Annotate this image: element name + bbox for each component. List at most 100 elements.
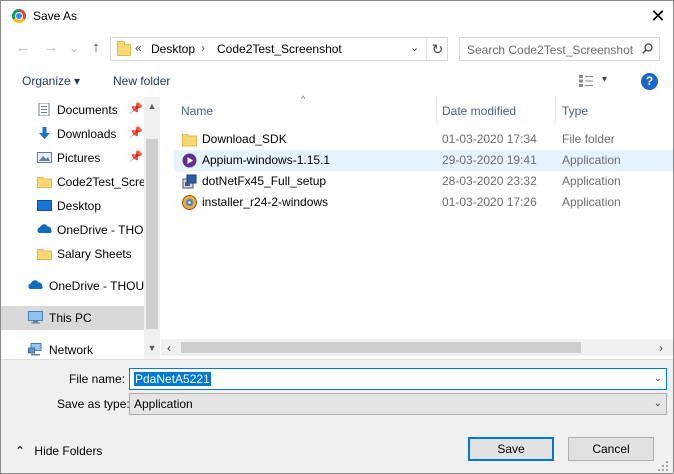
appium-icon <box>182 153 197 168</box>
file-row-appium[interactable]: Appium-windows-1.15.1 29-03-2020 19:41 A… <box>174 150 673 171</box>
file-type: Application <box>562 195 621 209</box>
file-name: Appium-windows-1.15.1 <box>202 153 331 167</box>
sidebar-item-label: Salary Sheets <box>57 247 132 261</box>
folder-icon <box>37 249 52 260</box>
sidebar-item-label: Downloads <box>57 127 117 141</box>
title-bar: Save As ✕ <box>1 1 673 32</box>
android-installer-icon <box>182 195 197 210</box>
file-date: 01-03-2020 17:34 <box>442 132 537 146</box>
column-divider[interactable] <box>436 97 437 124</box>
navigation-pane: Documents 📌 Downloads 📌 Pictures 📌 Code2… <box>1 97 160 359</box>
forward-arrow-icon[interactable]: → <box>41 38 61 58</box>
folder-icon <box>37 177 52 188</box>
scrollbar-thumb[interactable] <box>146 139 158 329</box>
folder-icon <box>117 41 131 56</box>
sidebar-item-salary-sheets[interactable]: Salary Sheets <box>1 242 144 266</box>
save-as-type-value: Application <box>134 397 193 411</box>
chevron-up-icon: ⌃ <box>15 444 26 458</box>
command-bar: Organize ▾ New folder ▾ ? <box>1 67 673 97</box>
close-icon[interactable]: ✕ <box>647 5 669 27</box>
column-divider[interactable] <box>555 97 556 124</box>
address-dropdown-icon[interactable]: ⌄ <box>410 41 419 54</box>
file-date: 28-03-2020 23:32 <box>442 174 537 188</box>
file-date: 29-03-2020 19:41 <box>442 153 537 167</box>
resize-grip-icon[interactable] <box>657 460 669 472</box>
file-name: dotNetFx45_Full_setup <box>202 174 327 188</box>
file-date: 01-03-2020 17:26 <box>442 195 537 209</box>
desktop-icon <box>37 200 52 211</box>
downloads-icon <box>39 127 50 139</box>
file-name-value[interactable]: PdaNetA5221 <box>134 372 211 386</box>
folder-icon <box>182 134 197 147</box>
sidebar-item-this-pc[interactable]: This PC <box>1 306 144 330</box>
sidebar-item-desktop[interactable]: Desktop <box>1 194 144 218</box>
sidebar-item-pictures[interactable]: Pictures 📌 <box>1 146 144 170</box>
breadcrumb-separator[interactable]: › <box>201 41 205 55</box>
hide-folders-label: Hide Folders <box>34 444 103 458</box>
save-button[interactable]: Save <box>468 437 554 461</box>
horizontal-scrollbar[interactable]: ‹ › <box>161 339 673 356</box>
sidebar-item-label: This PC <box>49 311 92 325</box>
breadcrumb-overflow[interactable]: « <box>135 41 142 55</box>
save-as-type-label: Save as type: <box>57 397 130 411</box>
save-options-panel: File name: PdaNetA5221 ⌄ Save as type: A… <box>1 359 673 473</box>
window-title: Save As <box>33 9 78 23</box>
breadcrumb-current-folder[interactable]: Code2Test_Screenshot <box>217 42 342 56</box>
sidebar-item-label: Pictures <box>57 151 101 165</box>
save-as-dialog: Save As ✕ ← → ⌄ ↑ « Desktop › Code2Test_… <box>0 0 674 474</box>
sidebar-item-network[interactable]: Network <box>1 338 144 359</box>
scroll-right-icon[interactable]: › <box>655 341 667 355</box>
installer-icon <box>182 174 197 189</box>
cancel-button[interactable]: Cancel <box>568 437 654 461</box>
address-bar[interactable]: « Desktop › Code2Test_Screenshot ⌄ ↻ <box>110 37 448 61</box>
file-name: Download_SDK <box>202 132 287 146</box>
hide-folders-toggle[interactable]: ⌃ Hide Folders <box>15 444 102 458</box>
sidebar-item-code2test[interactable]: Code2Test_Scree <box>1 170 152 194</box>
sidebar-item-onedrive-2[interactable]: OneDrive - THOU <box>1 274 144 298</box>
sidebar-item-label: Documents <box>57 103 118 117</box>
sidebar-item-label: Desktop <box>57 199 102 213</box>
file-row-installer-r24[interactable]: installer_r24-2-windows 01-03-2020 17:26… <box>174 192 673 213</box>
search-icon[interactable] <box>642 43 653 54</box>
search-box[interactable]: Search Code2Test_Screenshot <box>459 37 660 61</box>
view-dropdown-icon[interactable]: ▾ <box>602 74 607 85</box>
refresh-icon[interactable]: ↻ <box>426 38 448 60</box>
sort-indicator-icon: ^ <box>301 94 306 104</box>
new-folder-button[interactable]: New folder <box>113 74 170 88</box>
pictures-icon <box>37 152 52 163</box>
chevron-down-icon[interactable]: ⌄ <box>654 373 662 384</box>
scrollbar-thumb[interactable] <box>181 342 581 353</box>
file-type: Application <box>562 174 621 188</box>
file-row-download-sdk[interactable]: Download_SDK 01-03-2020 17:34 File folde… <box>174 129 673 150</box>
sidebar-scrollbar[interactable]: ▲ ▼ <box>144 97 160 359</box>
chevron-down-icon[interactable]: ⌄ <box>654 398 662 409</box>
organize-menu[interactable]: Organize ▾ <box>22 74 80 88</box>
scroll-left-icon[interactable]: ‹ <box>163 341 175 355</box>
sidebar-item-documents[interactable]: Documents 📌 <box>1 98 144 122</box>
column-header-type[interactable]: Type <box>562 97 588 124</box>
sidebar-item-label: Network <box>49 343 94 357</box>
back-arrow-icon[interactable]: ← <box>13 38 33 58</box>
sidebar-item-onedrive-1[interactable]: OneDrive - THO <box>1 218 144 242</box>
sidebar-item-label: Code2Test_Scree <box>57 175 153 189</box>
save-as-type-select[interactable]: Application ⌄ <box>129 393 667 415</box>
chrome-icon <box>12 9 26 23</box>
file-type: Application <box>562 153 621 167</box>
file-row-dotnetfx[interactable]: dotNetFx45_Full_setup 28-03-2020 23:32 A… <box>174 171 673 192</box>
column-header-date[interactable]: Date modified <box>442 97 516 124</box>
onedrive-icon <box>37 224 52 233</box>
scroll-up-icon[interactable]: ▲ <box>144 101 160 111</box>
up-folder-icon[interactable]: ↑ <box>86 38 106 58</box>
pin-icon: 📌 <box>129 151 143 163</box>
file-name-label: File name: <box>69 372 126 386</box>
breadcrumb-desktop[interactable]: Desktop <box>151 42 195 56</box>
help-icon[interactable]: ? <box>641 73 658 90</box>
search-placeholder: Search Code2Test_Screenshot <box>467 43 634 57</box>
view-options-icon[interactable] <box>579 75 593 87</box>
pin-icon: 📌 <box>129 103 143 115</box>
file-name-input[interactable]: PdaNetA5221 ⌄ <box>129 368 667 390</box>
recent-locations-icon[interactable]: ⌄ <box>64 38 84 58</box>
column-header-name[interactable]: Name <box>181 97 213 124</box>
scroll-down-icon[interactable]: ▼ <box>144 343 160 353</box>
sidebar-item-downloads[interactable]: Downloads 📌 <box>1 122 144 146</box>
